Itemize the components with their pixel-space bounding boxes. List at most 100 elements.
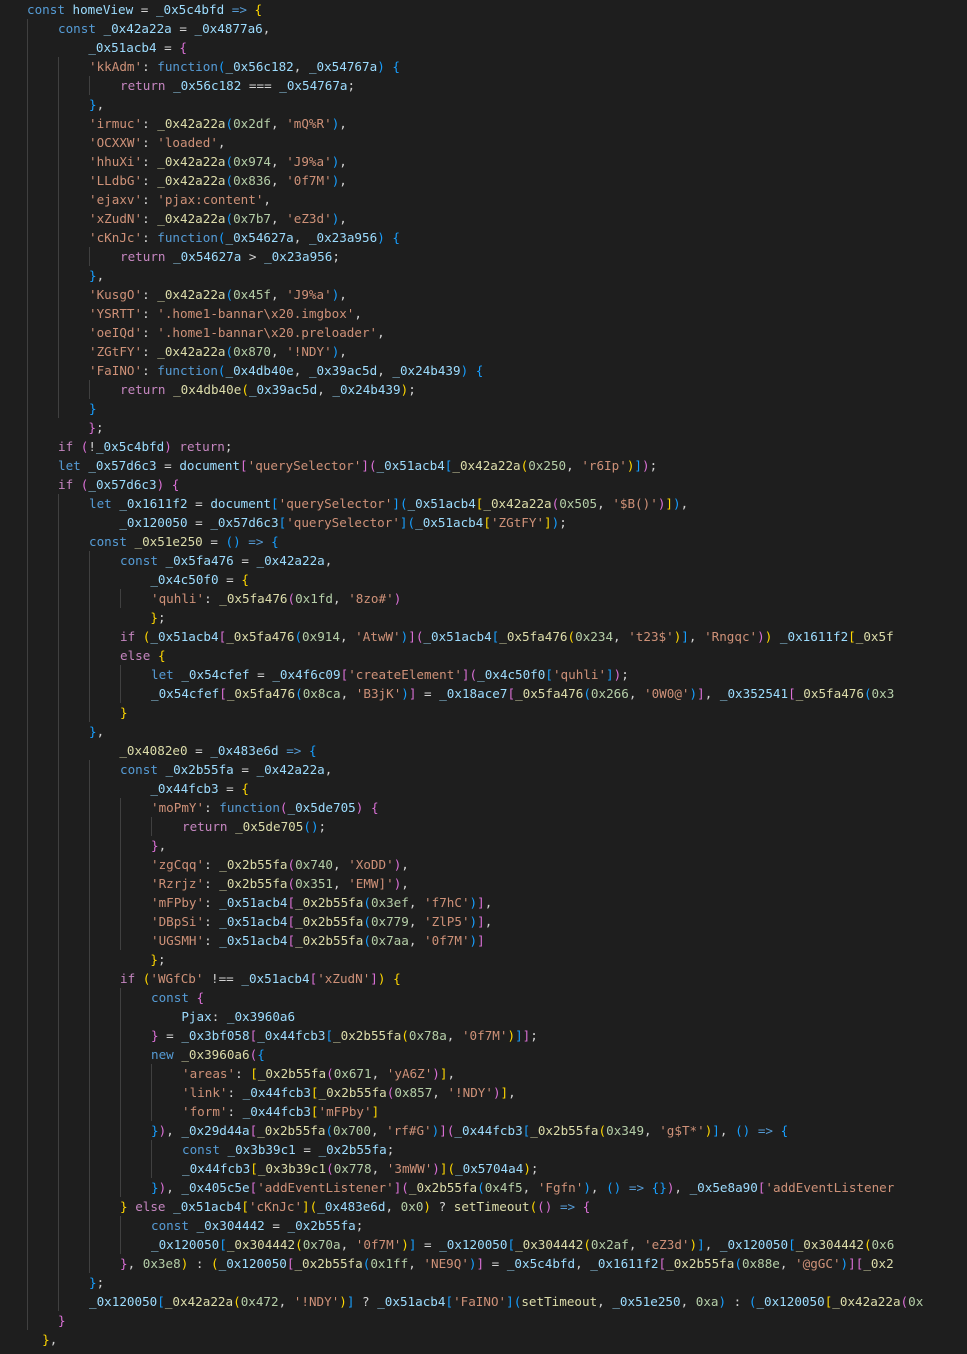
code-line: }, bbox=[0, 95, 967, 114]
code-token: } bbox=[151, 1028, 159, 1043]
code-line: return _0x54627a > _0x23a956; bbox=[0, 247, 967, 266]
indent-guide bbox=[58, 513, 59, 532]
code-token: _0x5704a4 bbox=[455, 1161, 524, 1176]
code-token: 'xZudN' bbox=[317, 971, 371, 986]
code-token: _0x4c50f0 bbox=[150, 572, 219, 587]
code-token: const bbox=[89, 534, 127, 549]
code-token: _0x120050 bbox=[439, 1237, 508, 1252]
indent-guide bbox=[58, 855, 59, 874]
code-token: 0x974 bbox=[233, 154, 272, 169]
code-token: ) bbox=[757, 629, 765, 644]
code-text: }; bbox=[120, 608, 165, 627]
code-token: , bbox=[680, 496, 689, 511]
code-token: [ bbox=[241, 1199, 249, 1214]
code-token: , bbox=[719, 1123, 736, 1138]
code-token: 0x266 bbox=[590, 686, 629, 701]
code-token: ( bbox=[279, 800, 288, 815]
code-text: 'xZudN': _0x42a22a(0x7b7, 'eZ3d'), bbox=[89, 209, 347, 228]
indent-guide bbox=[89, 760, 90, 779]
code-token: : bbox=[142, 325, 158, 340]
code-token: _0x483e6d bbox=[210, 743, 279, 758]
code-token: ; bbox=[96, 1275, 105, 1290]
indent-guide bbox=[27, 950, 28, 969]
code-line: const homeView = _0x5c4bfd => { bbox=[0, 0, 967, 19]
code-token: [ bbox=[788, 1237, 796, 1252]
code-token: _0x5e8a90 bbox=[689, 1180, 758, 1195]
code-token: = bbox=[264, 1218, 288, 1233]
code-token: _0x1611f2 bbox=[779, 629, 849, 644]
code-token: [ bbox=[545, 667, 553, 682]
code-line: _0x4082e0 = _0x483e6d => { bbox=[0, 741, 967, 760]
indent-guide bbox=[58, 171, 59, 190]
code-token: ( bbox=[295, 686, 303, 701]
code-token: _0x483e6d bbox=[317, 1199, 386, 1214]
code-line: if (!_0x5c4bfd) return; bbox=[0, 437, 967, 456]
code-token: ; bbox=[95, 420, 104, 435]
code-token: = bbox=[158, 1028, 182, 1043]
code-token: [ bbox=[250, 1161, 258, 1176]
code-token: , bbox=[333, 857, 349, 872]
code-token: ] bbox=[515, 1028, 523, 1043]
code-token: _0x51acb4 bbox=[376, 458, 445, 473]
code-token: ] bbox=[506, 1294, 514, 1309]
code-token: : bbox=[142, 173, 158, 188]
code-token: const bbox=[182, 1142, 220, 1157]
indent-guide bbox=[58, 589, 59, 608]
code-token: ( bbox=[401, 1028, 409, 1043]
indent-guide bbox=[58, 608, 59, 627]
indent-guide bbox=[89, 1026, 90, 1045]
code-text: const _0x3b39c1 = _0x2b55fa; bbox=[182, 1140, 394, 1159]
indent-guide bbox=[58, 228, 59, 247]
code-token: [ bbox=[507, 686, 516, 701]
code-token: { bbox=[392, 59, 400, 74]
indent-guide bbox=[58, 646, 59, 665]
code-token: ( bbox=[225, 534, 234, 549]
code-line: const _0x304442 = _0x2b55fa; bbox=[0, 1216, 967, 1235]
code-token: '0f7M' bbox=[286, 173, 332, 188]
code-token: , bbox=[339, 173, 347, 188]
code-text: _0x44fcb3[_0x3b39c1(0x778, '3mWW')](_0x5… bbox=[182, 1159, 539, 1178]
code-token: 0xa bbox=[695, 1294, 719, 1309]
code-token: [ bbox=[287, 914, 296, 929]
code-token: ] bbox=[392, 496, 400, 511]
code-token: , bbox=[339, 116, 347, 131]
code-token: _0x42a22a bbox=[157, 173, 226, 188]
code-token: _0x42a22a bbox=[483, 496, 552, 511]
code-line: _0x4c50f0 = { bbox=[0, 570, 967, 589]
code-token: _0x42a22a bbox=[256, 553, 325, 568]
code-token: 'cKnJc' bbox=[248, 1199, 303, 1214]
code-token: else bbox=[135, 1199, 166, 1214]
code-token: 'ZGtFY' bbox=[89, 344, 143, 359]
code-token: , bbox=[354, 306, 362, 321]
code-token: , bbox=[340, 1237, 356, 1252]
code-token: ( bbox=[407, 515, 416, 530]
code-token: '.home1-bannar\x20.preloader' bbox=[157, 325, 378, 340]
code-line: _0x120050[_0x304442(0x70a, '0f7M')] = _0… bbox=[0, 1235, 967, 1254]
code-token: _0x120050 bbox=[151, 1237, 220, 1252]
code-token: 0x1fd bbox=[295, 591, 334, 606]
indent-guide bbox=[58, 627, 59, 646]
code-editor[interactable]: const homeView = _0x5c4bfd => { const _0x… bbox=[0, 0, 967, 1354]
code-token: [ bbox=[507, 1237, 516, 1252]
code-token: ; bbox=[157, 952, 166, 967]
code-token: setTimeout bbox=[521, 1294, 598, 1309]
indent-guide bbox=[120, 1045, 121, 1064]
code-token: { bbox=[392, 230, 400, 245]
code-token: , bbox=[333, 591, 349, 606]
code-token: ) bbox=[492, 1085, 501, 1100]
code-line: }, bbox=[0, 1330, 967, 1349]
code-line: } bbox=[0, 1311, 967, 1330]
code-token: ( bbox=[225, 116, 234, 131]
code-token: { bbox=[254, 2, 263, 17]
code-token: _0x2b55fa bbox=[219, 876, 288, 891]
code-token: : bbox=[227, 1085, 243, 1100]
indent-guide bbox=[89, 1102, 90, 1121]
code-token: , bbox=[293, 59, 309, 74]
